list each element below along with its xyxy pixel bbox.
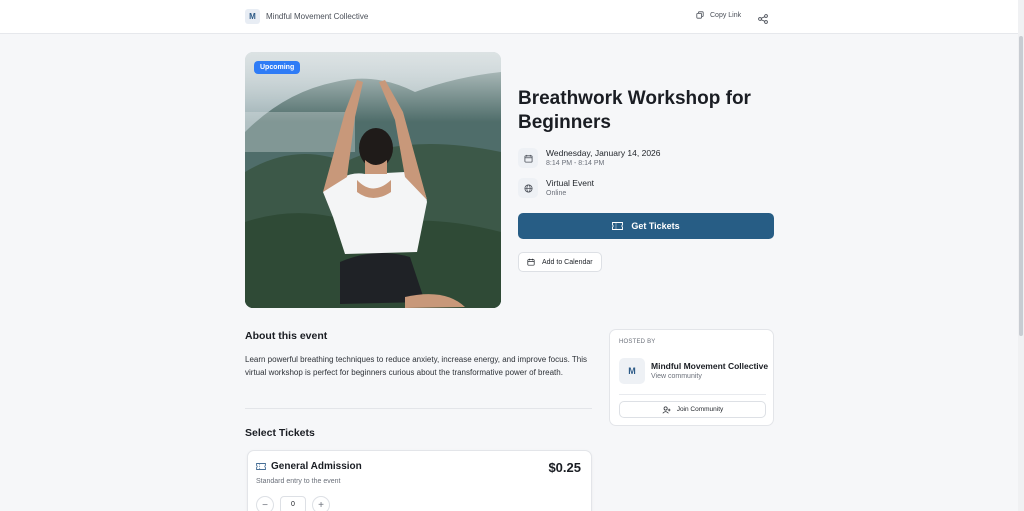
top-bar: M Mindful Movement Collective Copy Link: [0, 0, 1024, 34]
join-community-button[interactable]: Join Community: [619, 401, 766, 418]
get-tickets-label: Get Tickets: [631, 221, 680, 231]
event-cover-image: Upcoming: [245, 52, 501, 308]
ticket-name: General Admission: [271, 461, 362, 472]
event-date-row: Wednesday, January 14, 2026 8:14 PM - 8:…: [518, 148, 661, 169]
copy-link-button[interactable]: Copy Link: [696, 11, 741, 19]
brand-name: Mindful Movement Collective: [266, 12, 369, 21]
add-to-calendar-label: Add to Calendar: [542, 258, 593, 266]
quantity-stepper: − 0 +: [256, 496, 330, 511]
event-description: Learn powerful breathing techniques to r…: [245, 355, 587, 377]
event-date: Wednesday, January 14, 2026: [546, 148, 661, 158]
select-tickets-heading: Select Tickets: [245, 427, 315, 439]
about-heading: About this event: [245, 330, 328, 342]
copy-link-label: Copy Link: [710, 11, 742, 19]
host-card: HOSTED BY M Mindful Movement Collective …: [609, 329, 774, 426]
quantity-value[interactable]: 0: [280, 496, 306, 511]
ticket-name-row: General Admission: [256, 461, 362, 472]
ticket-description: Standard entry to the event: [256, 478, 341, 485]
status-badge: Upcoming: [254, 61, 301, 74]
brand[interactable]: M Mindful Movement Collective: [245, 9, 368, 24]
calendar-icon: [518, 148, 538, 168]
join-community-label: Join Community: [676, 406, 724, 413]
add-to-calendar-button[interactable]: Add to Calendar: [518, 252, 602, 272]
ticket-icon: [612, 222, 624, 230]
scrollbar-thumb[interactable]: [1019, 36, 1023, 336]
event-time: 8:14 PM - 8:14 PM: [546, 160, 605, 167]
page-scrollbar[interactable]: [1018, 0, 1024, 511]
calendar-plus-icon: [527, 258, 535, 266]
host-avatar[interactable]: M: [619, 358, 645, 384]
hosted-by-label: HOSTED BY: [619, 339, 656, 345]
increase-button[interactable]: +: [312, 496, 330, 511]
ticket-card: General Admission $0.25 Standard entry t…: [247, 450, 592, 511]
event-title: Breathwork Workshop for Beginners: [518, 88, 751, 133]
ticket-price: $0.25: [548, 460, 581, 475]
ticket-icon: [256, 463, 266, 470]
view-community-link[interactable]: View community: [651, 373, 702, 380]
section-divider: [245, 408, 592, 409]
yoga-photo: [245, 52, 501, 308]
user-plus-icon: [662, 406, 671, 414]
event-location-sub: Online: [546, 190, 567, 197]
get-tickets-button[interactable]: Get Tickets: [518, 213, 774, 239]
host-name[interactable]: Mindful Movement Collective: [651, 361, 769, 371]
event-location-row: Virtual Event Online: [518, 178, 594, 199]
share-button[interactable]: [758, 11, 768, 29]
brand-logo: M: [245, 9, 260, 24]
globe-icon: [518, 178, 538, 198]
copy-icon: [696, 11, 704, 19]
decrease-button[interactable]: −: [256, 496, 274, 511]
share-icon: [758, 14, 768, 24]
event-location: Virtual Event: [546, 178, 595, 188]
host-divider: [619, 394, 766, 395]
